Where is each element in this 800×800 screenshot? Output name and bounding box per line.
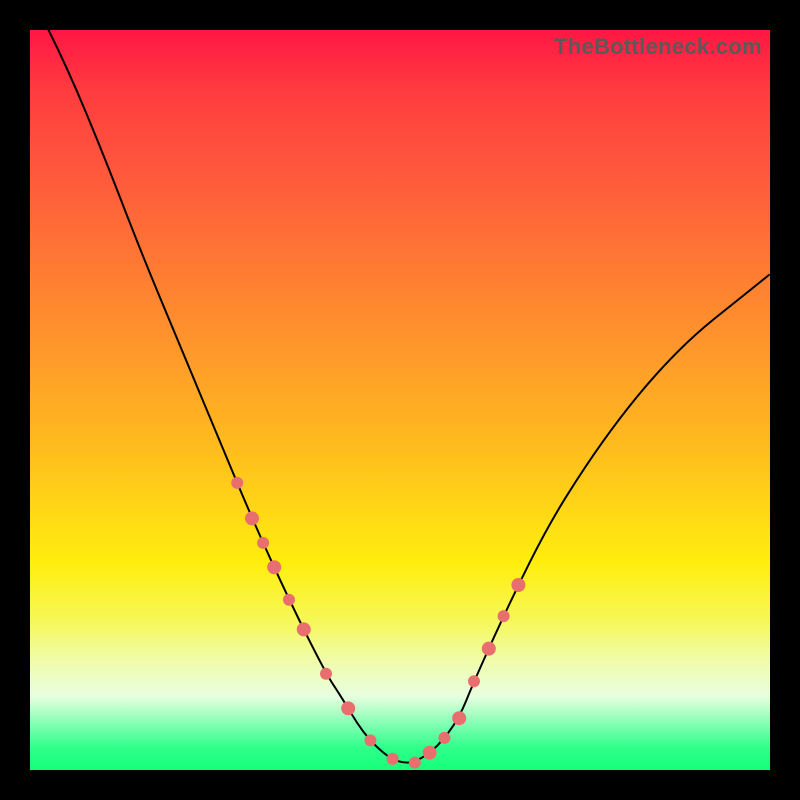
- bead-marker: [482, 642, 496, 656]
- bead-marker: [231, 477, 243, 489]
- bead-marker: [341, 701, 355, 715]
- bead-marker: [387, 753, 399, 765]
- bead-marker: [423, 746, 437, 760]
- bead-marker: [409, 757, 421, 769]
- bead-marker: [438, 732, 450, 744]
- bead-marker: [320, 668, 332, 680]
- bottleneck-curve-svg: [30, 30, 770, 770]
- bead-marker: [245, 511, 259, 525]
- bead-marker: [267, 560, 281, 574]
- bead-marker: [257, 537, 269, 549]
- left-bead-cluster: [231, 477, 398, 765]
- bottleneck-curve-path: [30, 30, 770, 763]
- bead-marker: [511, 578, 525, 592]
- bead-marker: [498, 610, 510, 622]
- plot-area: TheBottleneck.com: [30, 30, 770, 770]
- bead-marker: [468, 675, 480, 687]
- bead-marker: [364, 734, 376, 746]
- bead-marker: [297, 622, 311, 636]
- bead-marker: [452, 711, 466, 725]
- chart-frame: TheBottleneck.com: [0, 0, 800, 800]
- bead-marker: [283, 594, 295, 606]
